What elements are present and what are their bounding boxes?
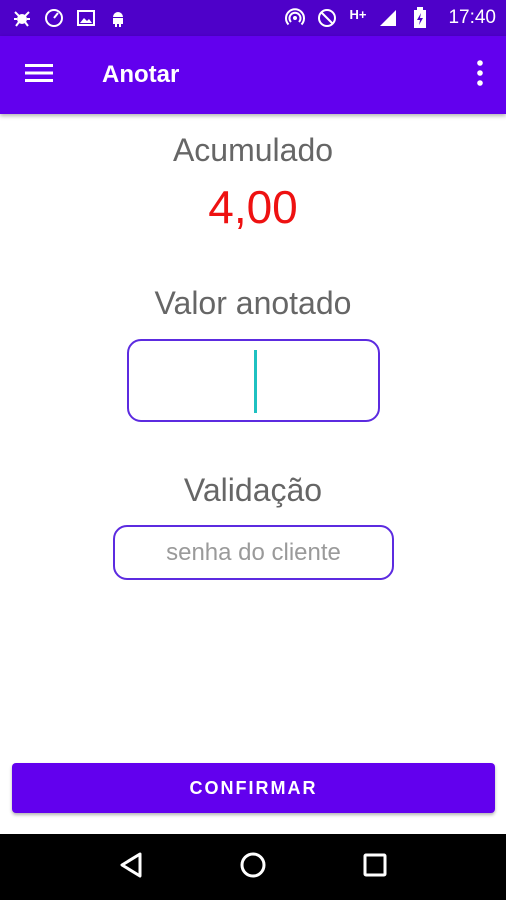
block-icon bbox=[317, 8, 337, 28]
network-type: H+ bbox=[349, 6, 367, 22]
accumulated-label: Acumulado bbox=[172, 132, 334, 168]
amount-input[interactable] bbox=[127, 339, 380, 422]
recents-icon bbox=[362, 852, 388, 882]
navigation-bar bbox=[0, 834, 506, 900]
system-icons: H+ 17:40 bbox=[285, 7, 496, 29]
back-button[interactable] bbox=[111, 847, 151, 887]
back-icon bbox=[118, 851, 144, 883]
page-title: Anotar bbox=[102, 61, 180, 88]
bug-icon bbox=[12, 8, 32, 28]
speed-icon bbox=[44, 8, 64, 28]
notification-icons bbox=[12, 8, 128, 28]
status-bar: H+ 17:40 bbox=[0, 0, 506, 36]
client-password-input[interactable]: senha do cliente bbox=[113, 525, 394, 580]
recents-button[interactable] bbox=[355, 847, 395, 887]
text-cursor bbox=[254, 350, 257, 413]
confirm-button[interactable]: CONFIRMAR bbox=[12, 763, 495, 813]
home-icon bbox=[239, 851, 267, 883]
confirm-button-label: CONFIRMAR bbox=[189, 777, 318, 798]
hotspot-icon bbox=[285, 8, 306, 28]
overflow-menu-button[interactable] bbox=[468, 55, 492, 95]
image-icon bbox=[76, 8, 96, 28]
accumulated-value: 4,00 bbox=[208, 181, 298, 233]
battery-icon bbox=[410, 7, 430, 28]
more-vertical-icon bbox=[477, 60, 483, 90]
app-bar: Anotar bbox=[0, 36, 506, 114]
amount-label: Valor anotado bbox=[154, 285, 352, 321]
hamburger-menu-icon bbox=[25, 62, 53, 88]
validation-label: Validação bbox=[183, 472, 323, 508]
signal-icon bbox=[378, 8, 398, 28]
android-icon bbox=[108, 8, 128, 28]
menu-button[interactable] bbox=[0, 36, 80, 114]
home-button[interactable] bbox=[233, 847, 273, 887]
status-time: 17:40 bbox=[448, 7, 496, 28]
client-password-placeholder: senha do cliente bbox=[166, 538, 341, 566]
